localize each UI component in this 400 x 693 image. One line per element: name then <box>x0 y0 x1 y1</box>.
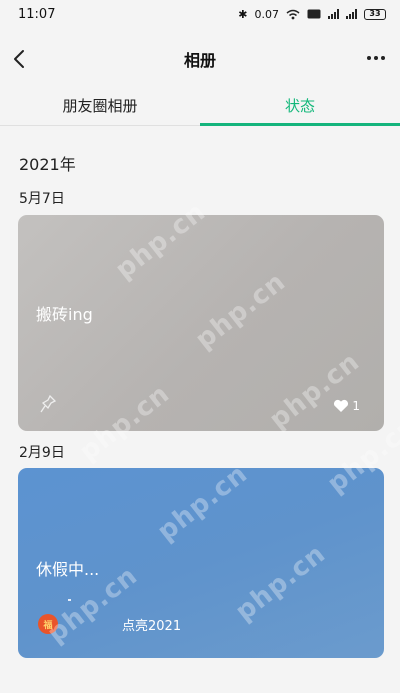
tab-status[interactable]: 状态 <box>200 86 400 126</box>
entry-date: 5月7日 <box>19 191 65 207</box>
tab-moments-album[interactable]: 朋友圈相册 <box>0 86 200 125</box>
network-speed: 0.07 <box>254 7 280 21</box>
status-text: 休假中... <box>36 560 100 579</box>
status-text: 搬砖ing <box>36 305 93 324</box>
badge-label: 福 <box>43 620 53 631</box>
entry-date: 2月9日 <box>19 445 65 461</box>
tab-bar: 朋友圈相册 状态 <box>0 86 400 126</box>
location-pin-icon <box>40 395 56 413</box>
signal-icon-2 <box>346 9 357 19</box>
more-icon[interactable] <box>364 46 388 70</box>
hd-icon <box>307 9 321 19</box>
status-time: 11:07 <box>18 6 56 22</box>
nav-bar: 相册 <box>0 34 400 84</box>
heart-icon <box>334 399 349 412</box>
battery-level: 33 <box>369 9 381 18</box>
wifi-icon <box>286 9 300 19</box>
active-tab-indicator <box>200 123 400 126</box>
page-title: 相册 <box>183 51 216 70</box>
status-bar: 11:07 ✱ 0.07 33 <box>0 0 400 28</box>
tag-label: 点亮2021 <box>122 618 182 634</box>
battery-icon: 33 <box>364 8 386 20</box>
status-tag[interactable]: 福 点亮2021 <box>38 614 181 634</box>
status-card[interactable]: 搬砖ing 1 <box>18 215 384 431</box>
tab-label: 状态 <box>284 97 315 115</box>
fu-badge-icon: 福 <box>38 614 58 634</box>
status-card[interactable]: 休假中... 福 点亮2021 <box>18 468 384 658</box>
like-number: 1 <box>352 399 360 413</box>
tab-label: 朋友圈相册 <box>62 97 138 115</box>
like-count[interactable]: 1 <box>333 399 360 413</box>
back-icon[interactable] <box>8 47 32 71</box>
year-heading: 2021年 <box>19 155 76 174</box>
signal-icon <box>328 9 339 19</box>
decor-dot <box>68 599 71 601</box>
bluetooth-icon: ✱ <box>238 7 248 21</box>
status-icons: ✱ 0.07 33 <box>238 8 386 21</box>
